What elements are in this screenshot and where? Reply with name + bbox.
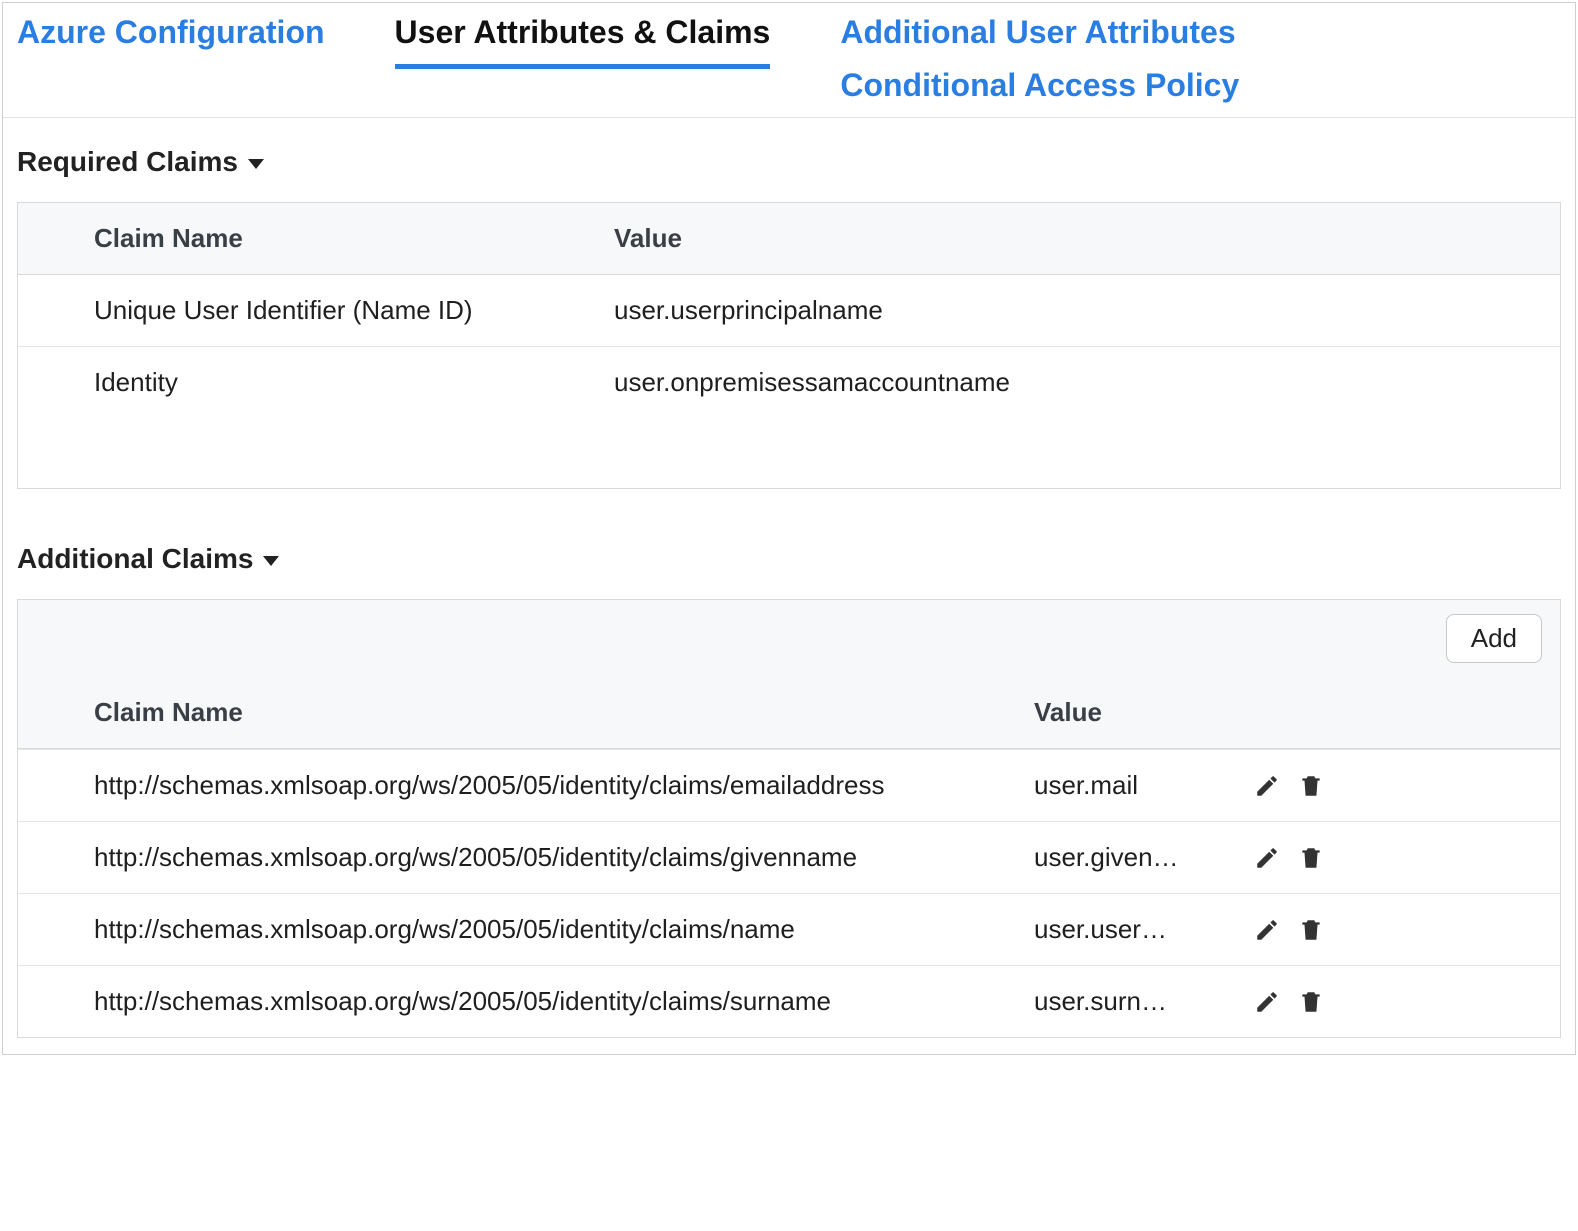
additional-claims-panel: Add Claim Name Value http://schemas.xmls… bbox=[17, 599, 1561, 1038]
additional-claim-row: http://schemas.xmlsoap.org/ws/2005/05/id… bbox=[18, 893, 1560, 965]
additional-claim-name: http://schemas.xmlsoap.org/ws/2005/05/id… bbox=[34, 770, 1034, 801]
edit-icon[interactable] bbox=[1254, 989, 1280, 1015]
additional-claim-name: http://schemas.xmlsoap.org/ws/2005/05/id… bbox=[34, 986, 1034, 1017]
additional-claim-row: http://schemas.xmlsoap.org/ws/2005/05/id… bbox=[18, 821, 1560, 893]
additional-claims-toggle[interactable]: Additional Claims bbox=[17, 543, 1561, 575]
tab-conditional-access-policy[interactable]: Conditional Access Policy bbox=[840, 64, 1239, 117]
required-claim-name: Unique User Identifier (Name ID) bbox=[34, 295, 614, 326]
tab-additional-user-attributes[interactable]: Additional User Attributes bbox=[840, 11, 1239, 64]
required-header-value: Value bbox=[614, 223, 1544, 254]
add-claim-button[interactable]: Add bbox=[1446, 614, 1542, 663]
tab-bar: Azure Configuration User Attributes & Cl… bbox=[3, 3, 1575, 118]
required-claim-value: user.onpremisessamaccountname bbox=[614, 367, 1544, 398]
required-claims-title: Required Claims bbox=[17, 146, 238, 178]
required-claims-panel: Claim Name Value Unique User Identifier … bbox=[17, 202, 1561, 489]
additional-claims-toolbar: Add bbox=[18, 600, 1560, 677]
required-claims-toggle[interactable]: Required Claims bbox=[17, 146, 1561, 178]
additional-header-name: Claim Name bbox=[34, 697, 1034, 728]
required-claim-name: Identity bbox=[34, 367, 614, 398]
edit-icon[interactable] bbox=[1254, 917, 1280, 943]
required-claims-header-row: Claim Name Value bbox=[18, 203, 1560, 275]
required-claim-row: Unique User Identifier (Name ID) user.us… bbox=[18, 275, 1560, 346]
additional-claim-row: http://schemas.xmlsoap.org/ws/2005/05/id… bbox=[18, 965, 1560, 1037]
additional-header-value: Value bbox=[1034, 697, 1544, 728]
required-claim-value: user.userprincipalname bbox=[614, 295, 1544, 326]
additional-claim-name: http://schemas.xmlsoap.org/ws/2005/05/id… bbox=[34, 914, 1034, 945]
delete-icon[interactable] bbox=[1298, 773, 1324, 799]
delete-icon[interactable] bbox=[1298, 989, 1324, 1015]
additional-claim-value: user.user… bbox=[1034, 914, 1234, 945]
additional-claim-value: user.given… bbox=[1034, 842, 1234, 873]
required-header-name: Claim Name bbox=[34, 223, 614, 254]
tab-user-attributes-claims[interactable]: User Attributes & Claims bbox=[395, 11, 771, 69]
caret-down-icon bbox=[263, 556, 279, 566]
required-claim-row: Identity user.onpremisessamaccountname bbox=[18, 346, 1560, 418]
caret-down-icon bbox=[248, 159, 264, 169]
additional-claim-value: user.surn… bbox=[1034, 986, 1234, 1017]
edit-icon[interactable] bbox=[1254, 845, 1280, 871]
additional-claims-title: Additional Claims bbox=[17, 543, 253, 575]
delete-icon[interactable] bbox=[1298, 845, 1324, 871]
additional-claim-row: http://schemas.xmlsoap.org/ws/2005/05/id… bbox=[18, 749, 1560, 821]
additional-claim-name: http://schemas.xmlsoap.org/ws/2005/05/id… bbox=[34, 842, 1034, 873]
tab-azure-configuration[interactable]: Azure Configuration bbox=[17, 11, 325, 64]
additional-claim-value: user.mail bbox=[1034, 770, 1234, 801]
additional-claims-header-row: Claim Name Value bbox=[18, 677, 1560, 749]
edit-icon[interactable] bbox=[1254, 773, 1280, 799]
delete-icon[interactable] bbox=[1298, 917, 1324, 943]
